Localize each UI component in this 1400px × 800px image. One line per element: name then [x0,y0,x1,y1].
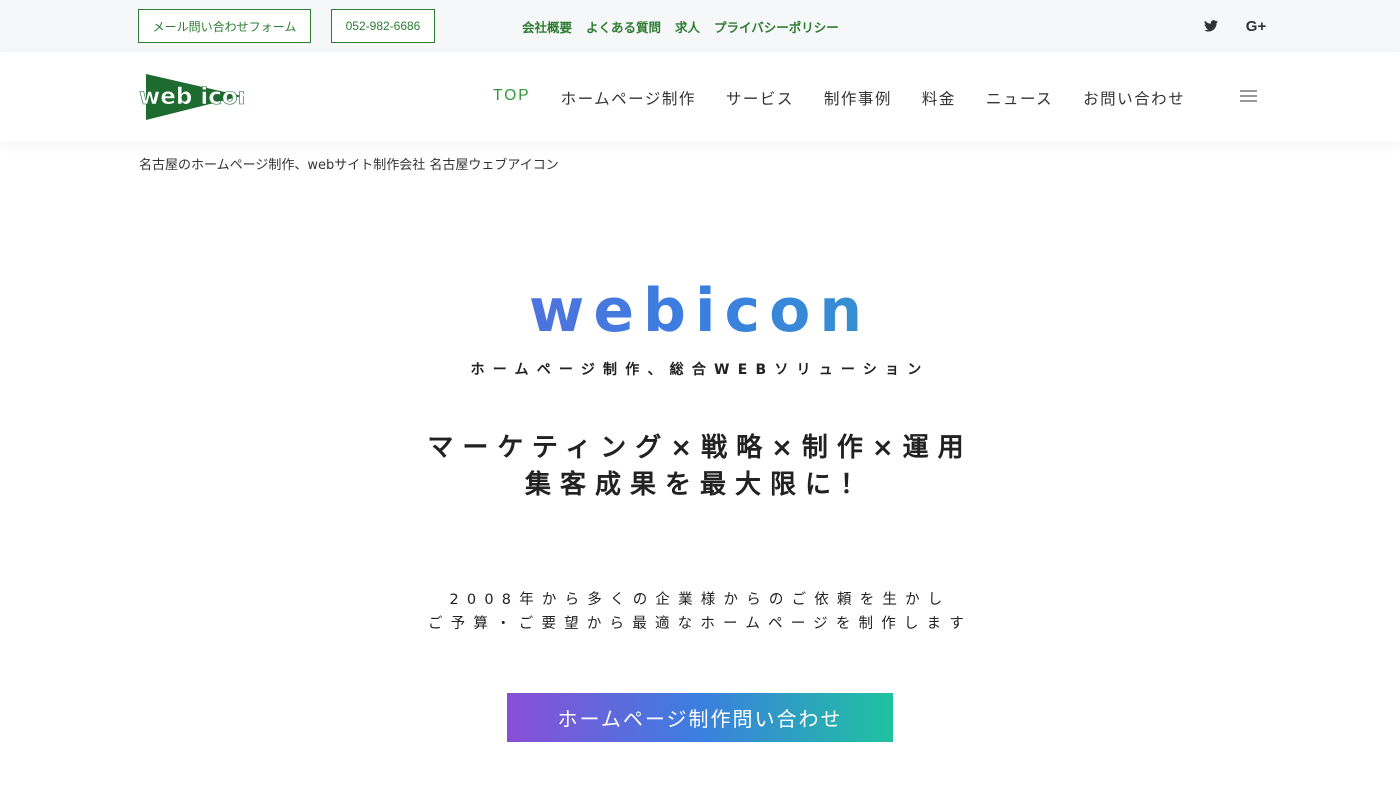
google-plus-icon[interactable]: G+ [1244,14,1268,38]
phone-button[interactable]: 052-982-6686 [331,9,435,43]
site-tagline: 名古屋のホームページ制作、webサイト制作会社 名古屋ウェブアイコン [139,158,559,173]
nav-item-news[interactable]: ニュース [986,87,1053,109]
logo-wordmark: web icon [139,84,244,110]
mail-form-button[interactable]: メール問い合わせフォーム [138,9,311,43]
nav-item-service[interactable]: サービス [726,87,794,109]
hero-headline: マーケティング×戦略×制作×運用 集客成果を最大限に！ [0,430,1400,504]
site-logo[interactable]: web icon 株式会社 ウェブアイコン [138,74,254,120]
top-link-recruit[interactable]: 求人 [675,17,700,36]
logo-subtext: 株式会社 ウェブアイコン [192,108,233,113]
nav-item-homepage[interactable]: ホームページ制作 [561,87,696,109]
hero-desc-line2: ご予算・ご要望から最適なホームページを制作します [427,616,973,632]
top-link-faq[interactable]: よくある質問 [586,17,661,36]
top-link-company[interactable]: 会社概要 [522,17,572,36]
top-links: 会社概要 よくある質問 求人 プライバシーポリシー [522,17,839,36]
twitter-icon[interactable] [1199,14,1223,38]
nav-item-works[interactable]: 制作事例 [824,87,892,109]
hero-description: 2008年から多くの企業様からのご依頼を生かし ご予算・ご要望から最適なホームペ… [0,588,1400,636]
homepage-inquiry-button[interactable]: ホームページ制作問い合わせ [507,693,893,742]
hero-subtitle: ホームページ制作、総合WEBソリューション [470,362,930,378]
hero-desc-line1: 2008年から多くの企業様からのご依頼を生かし [449,592,951,608]
main-header: web icon 株式会社 ウェブアイコン TOP ホームページ制作 サービス … [0,52,1400,142]
hero-headline-line1: マーケティング×戦略×制作×運用 [427,433,973,463]
nav-item-pricing[interactable]: 料金 [922,87,956,109]
nav-item-contact[interactable]: お問い合わせ [1083,87,1185,109]
hero-brand-logo: webicon [0,276,1400,346]
hamburger-menu-icon[interactable] [1240,90,1257,102]
top-utility-bar: メール問い合わせフォーム 052-982-6686 会社概要 よくある質問 求人… [0,0,1400,52]
nav-item-top[interactable]: TOP [493,87,531,109]
top-link-privacy[interactable]: プライバシーポリシー [714,17,839,36]
hero-headline-line2: 集客成果を最大限に！ [524,470,875,500]
main-nav: TOP ホームページ制作 サービス 制作事例 料金 ニュース お問い合わせ [493,87,1215,109]
